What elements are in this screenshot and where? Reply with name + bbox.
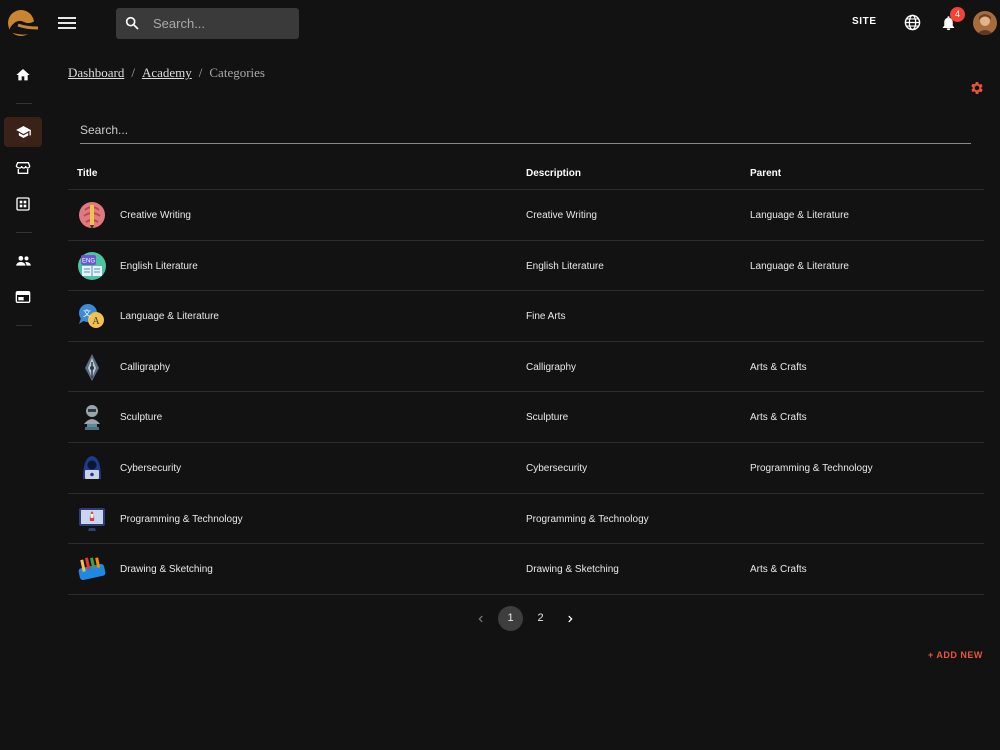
- table-row[interactable]: Sculpture Sculpture Arts & Crafts: [68, 392, 984, 443]
- row-title: Programming & Technology: [120, 513, 243, 525]
- breadcrumb: Dashboard / Academy / Categories: [68, 65, 265, 81]
- table-row[interactable]: Cybersecurity Cybersecurity Programming …: [68, 443, 984, 494]
- breadcrumb-academy[interactable]: Academy: [142, 65, 192, 80]
- sidebar-item-academy[interactable]: [4, 117, 42, 147]
- home-icon: [16, 69, 30, 81]
- table-row[interactable]: ENG English Literature English Literatur…: [68, 241, 984, 292]
- gear-icon[interactable]: [969, 80, 985, 96]
- sidebar-item-store[interactable]: [4, 153, 42, 183]
- global-search[interactable]: [116, 8, 299, 39]
- breadcrumb-current: Categories: [209, 65, 265, 80]
- row-title: Calligraphy: [120, 361, 171, 373]
- row-description: Cybersecurity: [526, 462, 588, 474]
- storefront-icon: [15, 162, 31, 174]
- breadcrumb-separator: /: [198, 65, 203, 80]
- next-page-button[interactable]: [557, 606, 582, 631]
- breadcrumb-separator: /: [131, 65, 135, 80]
- row-title: Drawing & Sketching: [120, 564, 213, 576]
- svg-text:ENG: ENG: [82, 258, 95, 264]
- puzzle-icon: [16, 197, 30, 211]
- logo-icon[interactable]: [6, 8, 40, 38]
- sidebar-item-users[interactable]: [4, 246, 42, 276]
- row-description: Calligraphy: [526, 361, 577, 373]
- row-parent: Language & Literature: [750, 210, 849, 221]
- hacker-icon: [83, 455, 101, 479]
- row-description: Drawing & Sketching: [526, 564, 619, 576]
- table-row[interactable]: Drawing & Sketching Drawing & Sketching …: [68, 544, 984, 595]
- row-parent: Programming & Technology: [750, 462, 873, 474]
- sidebar-item-home[interactable]: [4, 60, 42, 90]
- row-description: Creative Writing: [526, 210, 597, 221]
- row-description: Programming & Technology: [526, 513, 649, 525]
- row-title: Creative Writing: [120, 210, 191, 221]
- row-parent: Arts & Crafts: [750, 412, 807, 424]
- category-search-input[interactable]: [80, 118, 971, 142]
- notification-badge: 4: [950, 7, 965, 22]
- row-title: Language & Literature: [120, 311, 219, 323]
- sidebar-divider: [16, 325, 32, 326]
- column-header-parent[interactable]: Parent: [750, 168, 781, 179]
- categories-table: Title Description Parent Creative Writin…: [68, 155, 984, 595]
- pagination: 1 2: [468, 606, 588, 632]
- sidebar-item-extensions[interactable]: [4, 189, 42, 219]
- row-parent: Language & Literature: [750, 260, 849, 272]
- fountain-pen-icon: [85, 353, 99, 381]
- top-app-bar: SITE 4: [0, 0, 1000, 48]
- svg-text:A: A: [92, 316, 100, 327]
- row-parent: Arts & Crafts: [750, 564, 807, 576]
- speech-bubbles-icon: A文: [79, 304, 104, 329]
- bust-sculpture-icon: [84, 405, 100, 431]
- column-header-description[interactable]: Description: [526, 168, 581, 179]
- menu-icon[interactable]: [58, 14, 76, 32]
- browser-window-icon: [15, 291, 31, 303]
- add-new-button[interactable]: + ADD NEW: [928, 650, 983, 660]
- pencil-case-icon: [78, 557, 106, 581]
- row-title: Sculpture: [120, 412, 163, 424]
- row-title: Cybersecurity: [120, 462, 182, 474]
- row-description: English Literature: [526, 260, 604, 272]
- brain-pen-icon: [79, 202, 105, 229]
- table-row[interactable]: A文 Language & Literature Fine Arts: [68, 291, 984, 342]
- english-book-icon: ENG: [78, 251, 106, 280]
- category-search[interactable]: [80, 118, 971, 144]
- sidebar-divider: [16, 103, 32, 104]
- table-row[interactable]: Programming & Technology Programming & T…: [68, 494, 984, 545]
- previous-page-button[interactable]: [468, 606, 493, 631]
- avatar[interactable]: [973, 11, 997, 35]
- svg-text:文: 文: [83, 308, 91, 318]
- global-search-input[interactable]: [153, 8, 293, 39]
- graduation-cap-icon: [16, 126, 31, 138]
- table-header: Title Description Parent: [68, 155, 984, 190]
- chevron-right-icon: [567, 615, 573, 623]
- breadcrumb-dashboard[interactable]: Dashboard: [68, 65, 124, 80]
- row-parent: Arts & Crafts: [750, 361, 807, 373]
- table-row[interactable]: Creative Writing Creative Writing Langua…: [68, 190, 984, 241]
- page-1-button[interactable]: 1: [498, 606, 523, 631]
- table-row[interactable]: Calligraphy Calligraphy Arts & Crafts: [68, 342, 984, 393]
- page-2-button[interactable]: 2: [528, 606, 553, 631]
- globe-icon[interactable]: [904, 14, 921, 31]
- sidebar: [0, 48, 48, 750]
- sidebar-item-web[interactable]: [4, 282, 42, 312]
- site-button[interactable]: SITE: [852, 16, 877, 27]
- people-icon: [16, 256, 31, 266]
- chevron-left-icon: [477, 615, 483, 623]
- row-description: Sculpture: [526, 412, 569, 424]
- rocket-monitor-icon: [79, 507, 105, 531]
- column-header-title[interactable]: Title: [77, 168, 97, 179]
- search-icon: [125, 16, 139, 30]
- row-description: Fine Arts: [526, 311, 566, 323]
- sidebar-divider: [16, 232, 32, 233]
- row-title: English Literature: [120, 260, 198, 272]
